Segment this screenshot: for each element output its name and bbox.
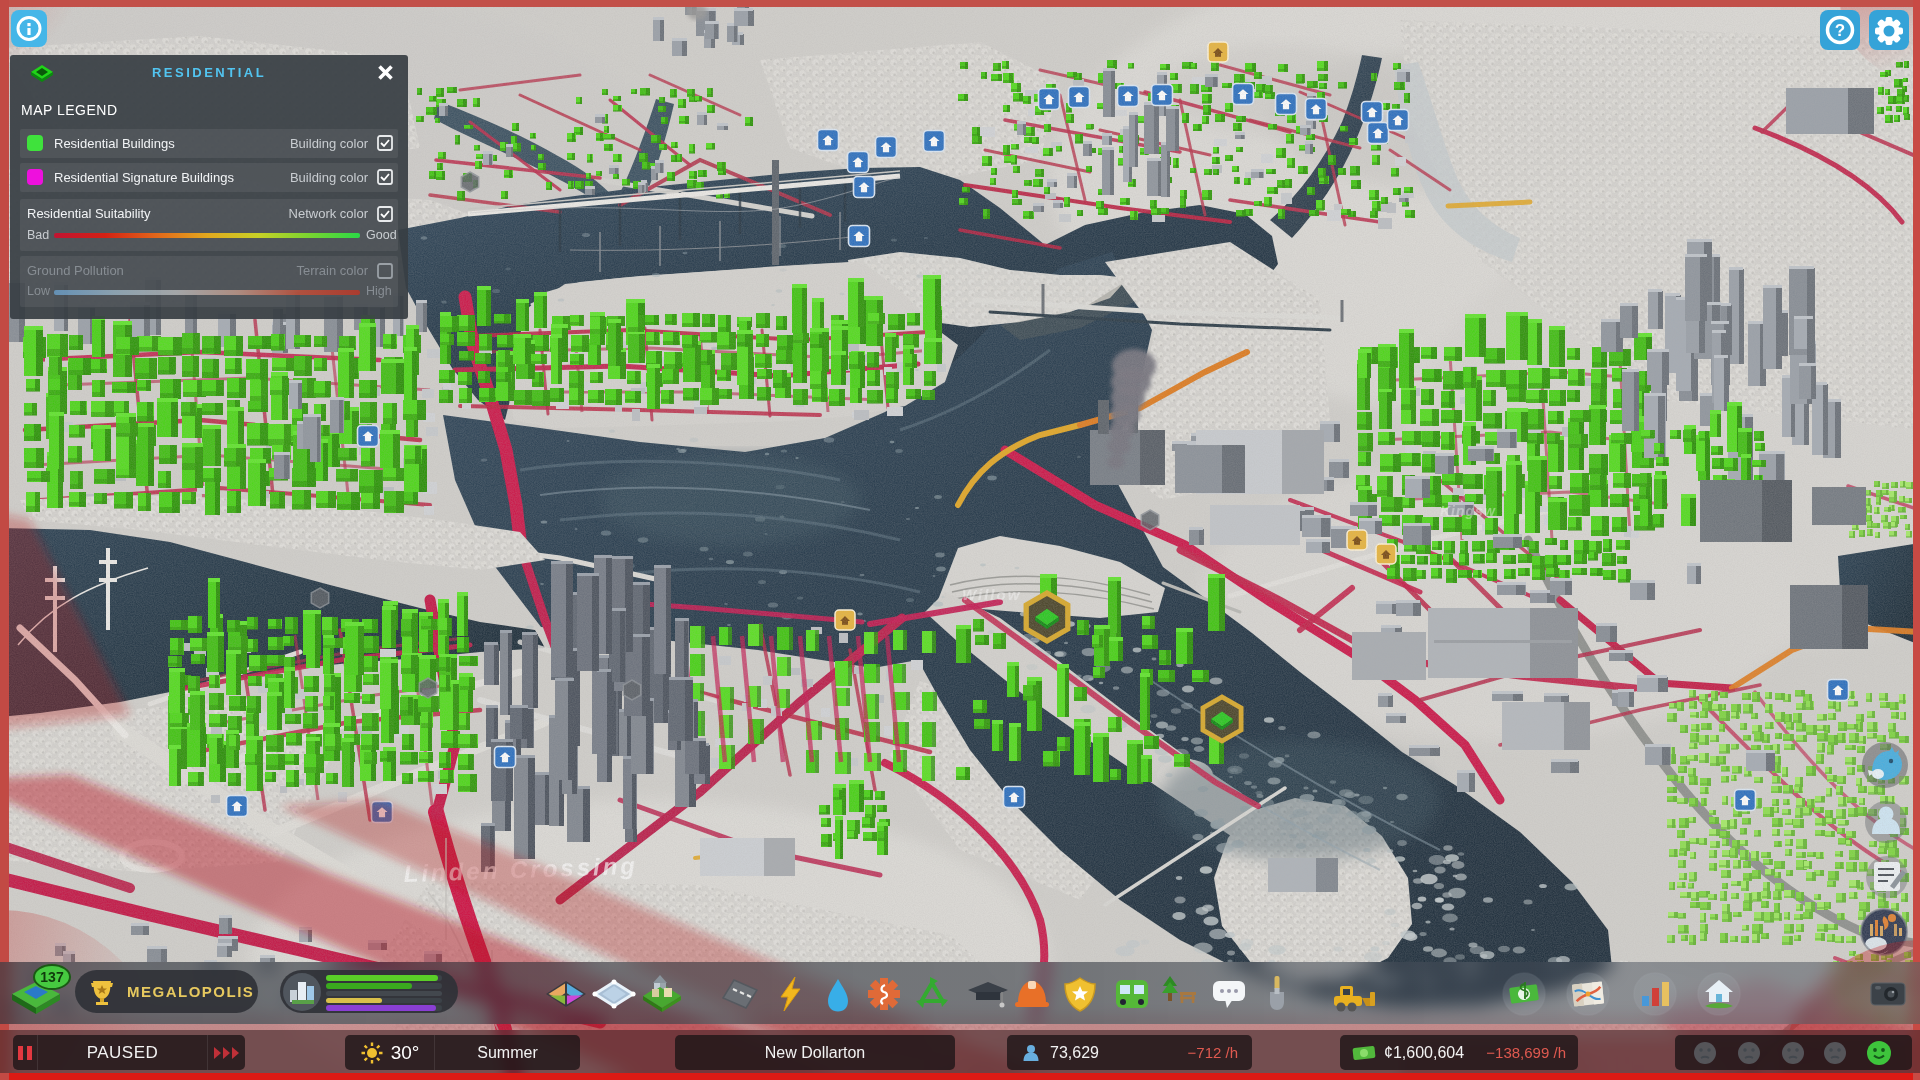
svg-text:?: ?: [1835, 21, 1845, 40]
